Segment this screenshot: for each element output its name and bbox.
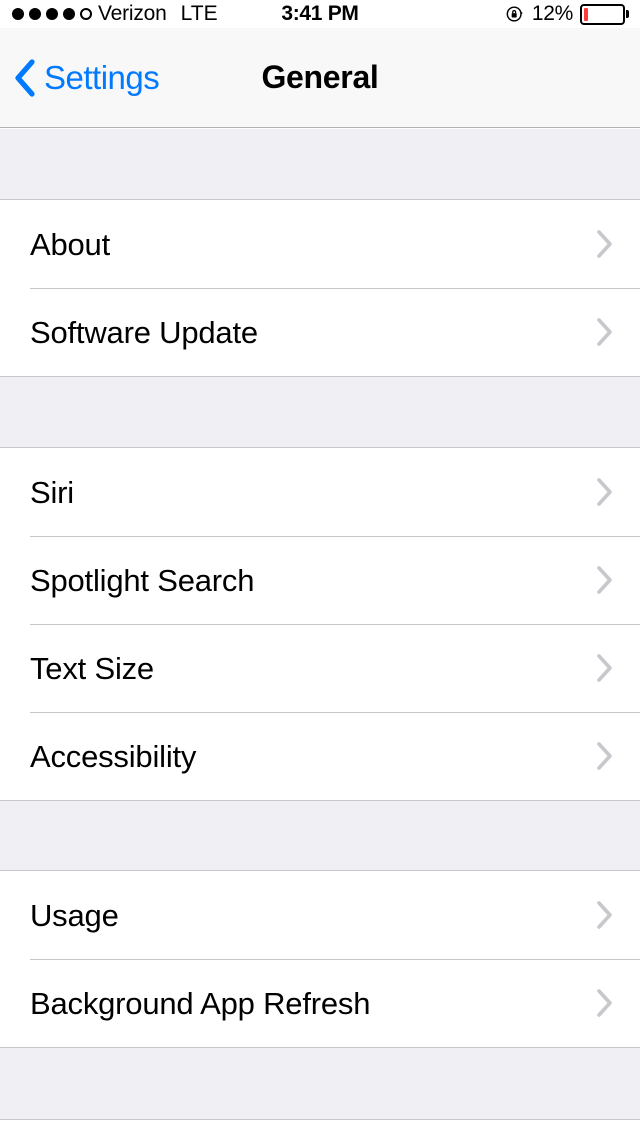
chevron-right-icon [597, 742, 612, 770]
rotation-lock-icon [506, 6, 523, 22]
chevron-right-icon [597, 478, 612, 506]
table-row-background-app-refresh[interactable]: Background App Refresh [0, 959, 640, 1047]
section-gap-top [0, 129, 640, 200]
table-row-label: Background App Refresh [30, 985, 371, 1021]
battery-icon [580, 3, 630, 25]
status-bar: Verizon LTE 3:41 PM 12% [0, 0, 640, 28]
chevron-right-icon [597, 901, 612, 929]
status-bar-right: 12% [505, 0, 630, 28]
table-row-label: Spotlight Search [30, 562, 255, 598]
table-row-spotlight-search[interactable]: Spotlight Search [0, 536, 640, 624]
table-row-accessibility[interactable]: Accessibility [0, 712, 640, 800]
chevron-right-icon [597, 230, 612, 258]
chevron-right-icon [597, 318, 612, 346]
section-partial-next [0, 1120, 640, 1136]
table-row-label: Siri [30, 474, 74, 510]
table-row-label: Text Size [30, 650, 154, 686]
table-row-text-size[interactable]: Text Size [0, 624, 640, 712]
table-row-siri[interactable]: Siri [0, 448, 640, 536]
section-device: About Software Update [0, 200, 640, 377]
table-row-label: Accessibility [30, 738, 197, 774]
table-row-about[interactable]: About [0, 200, 640, 288]
table-row-label: About [30, 226, 111, 262]
section-gap-2 [0, 801, 640, 871]
table-row-usage[interactable]: Usage [0, 871, 640, 959]
table-row-label: Usage [30, 897, 119, 933]
battery-cap [626, 10, 629, 18]
battery-fill-level [584, 7, 589, 21]
table-row-label: Software Update [30, 314, 258, 350]
settings-table-view[interactable]: About Software Update Siri Spotlight Sea… [0, 129, 640, 1136]
page-title: General [261, 59, 379, 95]
table-row-software-update[interactable]: Software Update [0, 288, 640, 376]
battery-body [580, 3, 625, 25]
section-assistive: Siri Spotlight Search Text Size Accessib… [0, 448, 640, 801]
chevron-right-icon [597, 989, 612, 1017]
section-gap-1 [0, 377, 640, 448]
chevron-right-icon [597, 654, 612, 682]
navigation-bar: Settings General [0, 28, 640, 128]
battery-percent-label: 12% [531, 2, 573, 25]
section-gap-3 [0, 1048, 640, 1120]
chevron-right-icon [597, 566, 612, 594]
section-usage: Usage Background App Refresh [0, 871, 640, 1048]
